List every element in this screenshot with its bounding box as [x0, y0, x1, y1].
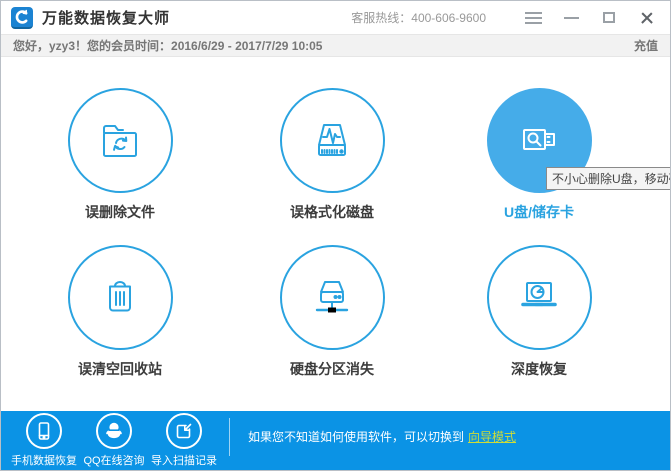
footer-action-label: 导入扫描记录	[151, 455, 217, 467]
close-icon[interactable]	[634, 7, 660, 29]
menu-icon[interactable]	[520, 7, 546, 29]
app-title: 万能数据恢复大师	[42, 10, 171, 27]
mode-label: 误格式化磁盘	[290, 204, 374, 220]
maximize-icon[interactable]	[596, 7, 622, 29]
footer-bar: 手机数据恢复 QQ在线咨询 导入扫描记录 如果您不知道如何使用软件，可以切换到 …	[1, 411, 670, 470]
footer-action-import-scan[interactable]: 导入扫描记录	[149, 413, 219, 468]
app-logo-icon	[11, 6, 33, 29]
partition-icon[interactable]	[279, 245, 385, 350]
usb-tooltip: 不小心删除U盘，移动硬盘和各	[546, 167, 670, 190]
mode-grid: 误删除文件 误格式化磁盘 U盘/储存卡 误清空回收站 硬盘分区消失 深度恢复 不…	[1, 57, 670, 413]
mode-label: 深度恢复	[511, 361, 567, 377]
recharge-button[interactable]: 充值	[634, 37, 658, 54]
mode-label: U盘/储存卡	[504, 204, 574, 220]
footer-action-qq-support[interactable]: QQ在线咨询	[79, 413, 149, 468]
member-greeting: 您好，yzy3！您的会员时间：2016/6/29 - 2017/7/29 10:…	[13, 39, 323, 53]
footer-hint-text: 如果您不知道如何使用软件，可以切换到	[248, 430, 465, 444]
mode-label: 误清空回收站	[78, 361, 162, 377]
disk-pulse-icon[interactable]	[279, 88, 385, 193]
footer-hint: 如果您不知道如何使用软件，可以切换到 向导模式	[248, 428, 516, 445]
mode-tile-recycle-bin[interactable]: 误清空回收站	[25, 245, 215, 379]
member-bar: 您好，yzy3！您的会员时间：2016/6/29 - 2017/7/29 10:…	[1, 34, 670, 57]
trash-icon[interactable]	[67, 245, 173, 350]
laptop-pie-icon[interactable]	[486, 245, 592, 350]
title-bar: 万能数据恢复大师 客服热线：400-606-9600	[1, 1, 670, 34]
mode-tile-lost-partition[interactable]: 硬盘分区消失	[237, 245, 427, 379]
mode-tile-deep-recovery[interactable]: 深度恢复	[444, 245, 634, 379]
footer-divider	[229, 417, 230, 456]
minimize-icon[interactable]	[558, 7, 584, 29]
mode-tile-formatted-disk[interactable]: 误格式化磁盘	[237, 88, 427, 222]
mode-tile-usb-card[interactable]: U盘/储存卡	[444, 88, 634, 222]
phone-icon	[26, 413, 62, 449]
footer-action-phone-recovery[interactable]: 手机数据恢复	[9, 413, 79, 468]
app-window: 万能数据恢复大师 客服热线：400-606-9600 您好，yzy3！您的会员时…	[0, 0, 671, 471]
import-icon	[166, 413, 202, 449]
footer-action-label: QQ在线咨询	[83, 455, 145, 467]
footer-action-label: 手机数据恢复	[11, 455, 77, 467]
folder-restore-icon[interactable]	[67, 88, 173, 193]
qq-icon	[96, 413, 132, 449]
wizard-mode-link[interactable]: 向导模式	[468, 430, 516, 444]
mode-label: 硬盘分区消失	[290, 361, 374, 377]
mode-label: 误删除文件	[85, 204, 155, 220]
hotline-text: 客服热线：400-606-9600	[351, 11, 486, 25]
mode-tile-deleted-files[interactable]: 误删除文件	[25, 88, 215, 222]
